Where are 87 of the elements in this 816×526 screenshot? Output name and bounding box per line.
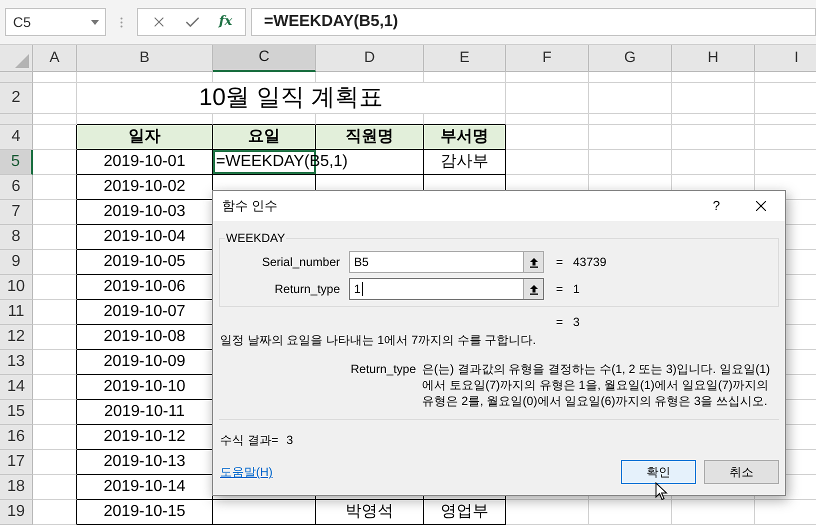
row-header[interactable]: 14 [0,375,33,400]
sheet-cell[interactable] [33,450,77,475]
column-header[interactable]: D [316,45,424,72]
column-header[interactable]: C [213,45,316,72]
sheet-cell[interactable] [33,225,77,250]
column-header[interactable]: H [672,45,755,72]
row-header[interactable]: 7 [0,200,33,225]
sheet-cell[interactable] [33,325,77,350]
column-header[interactable]: F [506,45,589,72]
row-header[interactable] [0,72,33,83]
name-box[interactable]: C5 [5,8,106,36]
row-header[interactable]: 11 [0,300,33,325]
row-header[interactable]: 18 [0,475,33,500]
row-header[interactable]: 15 [0,400,33,425]
argument-label: Serial_number [260,254,340,271]
row-header[interactable]: 16 [0,425,33,450]
sheet-cell[interactable] [33,250,77,275]
row-header[interactable]: 17 [0,450,33,475]
argument-result: 1 [573,281,580,298]
sheet-cell[interactable] [33,300,77,325]
row-header[interactable]: 12 [0,325,33,350]
row-header[interactable]: 10 [0,275,33,300]
dialog-button[interactable]: 취소 [704,460,779,484]
mouse-pointer-icon [655,482,668,501]
function-description: 일정 날짜의 요일을 나타내는 1에서 7까지의 수를 구합니다. [219,332,538,348]
select-all-button[interactable] [0,45,33,72]
row-header[interactable]: 8 [0,225,33,250]
table-header: 부서명 [424,125,506,150]
argument-help-name: Return_type [350,361,416,378]
sheet-cell[interactable] [33,200,77,225]
sheet-cell[interactable] [213,500,316,525]
sheet-cell[interactable] [33,425,77,450]
insert-function-button[interactable]: fx [218,12,232,32]
upload-arrow-icon [528,256,538,268]
column-header[interactable]: B [77,45,213,72]
column-header[interactable]: I [755,45,816,72]
sheet-cell[interactable] [33,350,77,375]
sheet-cell[interactable] [33,475,77,500]
grip-icon [120,17,123,28]
table-cell: 박영석 [316,500,424,525]
equals-sign: = [556,254,564,271]
sheet-cell[interactable] [33,275,77,300]
dropdown-icon[interactable] [91,20,99,24]
row-header[interactable]: 19 [0,500,33,525]
argument-help-text: 은(는) 결과값의 유형을 결정하는 수(1, 2 또는 3)입니다. 일요일(1)에서 토요일(7)까지의 유형은 1을, 월요일(1)에서 일요일(7)까지의 유형은 2를, 월요일(0)에서 일요일(6)까지의 유형은 3을 쓰십시오. [422,361,772,409]
argument-label: Return_type [274,281,340,298]
dialog-title: 함수 인수 [222,197,278,216]
help-link[interactable]: 도움말(H) [220,463,273,481]
sheet-cell[interactable] [33,375,77,400]
table-cell: 2019-10-15 [77,500,213,525]
sheet-title: 10월 일직 계획표 [77,83,506,114]
equals-sign: = [556,314,564,331]
text-caret [362,282,363,296]
argument-field[interactable]: B5 [349,251,544,273]
result-value: 3 [286,432,294,449]
table-cell: 영업부 [424,500,506,525]
function-name: WEEKDAY [225,230,286,247]
argument-result: 43739 [573,254,606,271]
formula-value: 3 [573,314,580,331]
column-header[interactable]: A [33,45,77,72]
sheet-cell[interactable] [33,400,77,425]
row-header[interactable]: 5 [0,150,33,175]
column-header[interactable]: E [424,45,506,72]
row-header[interactable]: 9 [0,250,33,275]
row-header[interactable]: 4 [0,125,33,150]
table-header: 일자 [77,125,213,150]
sheet-cell[interactable] [33,500,77,525]
upload-arrow-icon [528,284,538,294]
help-button[interactable]: ? [710,196,722,216]
select-all-icon[interactable] [15,54,29,68]
column-header[interactable]: G [589,45,672,72]
collapse-button[interactable] [523,252,543,272]
dialog-button[interactable]: 확인 [621,460,696,484]
table-header: 직원명 [316,125,424,150]
sheet-cell[interactable] [33,150,77,175]
collapse-button[interactable] [523,279,543,299]
row-header[interactable]: 6 [0,175,33,200]
formula-field[interactable]: =WEEKDAY(B5,1) [251,8,816,36]
row-header[interactable]: 2 [0,83,33,114]
row-header[interactable] [0,114,33,125]
sheet-cell[interactable] [33,175,77,200]
table-header: 요일 [213,125,316,150]
table-cell: 감사부 [424,150,506,175]
equals-sign: = [556,281,564,298]
result-label: 수식 결과= [220,432,278,449]
row-header[interactable]: 13 [0,350,33,375]
argument-field[interactable]: 1 [349,278,544,300]
